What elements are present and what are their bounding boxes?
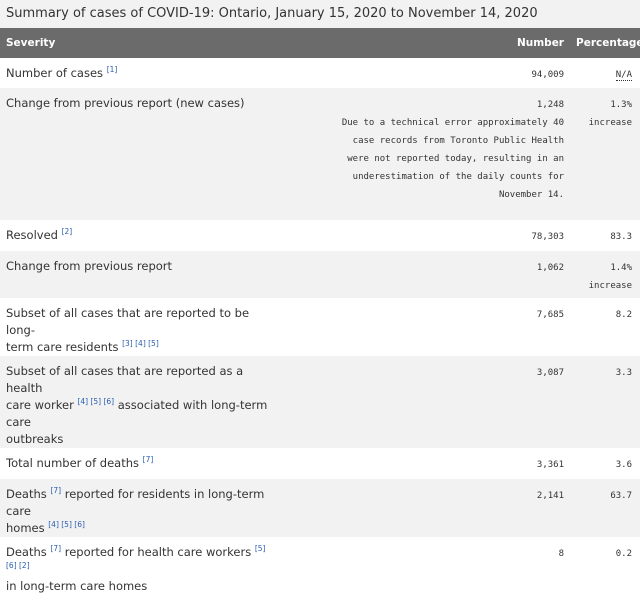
header-severity: Severity xyxy=(6,37,56,49)
table-row: Subset of all cases that are reported as… xyxy=(0,356,640,448)
table-row: Change from previous report 1,062 1.4% i… xyxy=(0,251,640,298)
table-row: Deaths [7] reported for health care work… xyxy=(0,537,640,595)
number-cell: 78,303 xyxy=(531,232,564,242)
number-cell: 3,361 xyxy=(536,460,564,470)
percentage-cell: N/A xyxy=(570,58,640,88)
label-text: Deaths xyxy=(6,487,47,501)
row-label: Change from previous report (new cases) xyxy=(6,96,245,110)
percentage-cell: 63.7 xyxy=(610,491,632,501)
footnote-ref[interactable]: [3] [4] [5] xyxy=(122,339,159,348)
row-label: Deaths [7] reported for health care work… xyxy=(0,537,278,595)
footnote-ref[interactable]: [4] [5] [6] xyxy=(48,520,85,529)
note-line: Due to a technical error approximately 4… xyxy=(341,118,564,128)
footnote-ref[interactable]: [7] xyxy=(50,486,61,495)
table-row: Deaths [7] reported for residents in lon… xyxy=(0,479,640,537)
label-text: in long-term care homes xyxy=(6,579,148,593)
percentage-note: increase xyxy=(588,118,632,128)
percentage-value: 1.3% xyxy=(610,100,632,110)
table-row: Subset of all cases that are reported to… xyxy=(0,298,640,356)
label-text: care worker xyxy=(6,398,74,412)
note-line: were not reported today, resulting in an xyxy=(347,154,564,164)
label-text: Subset of all cases that are reported as… xyxy=(6,364,244,395)
label-text: reported for health care workers xyxy=(61,545,252,559)
percentage-cell: 3.6 xyxy=(615,460,632,470)
row-label: Subset of all cases that are reported to… xyxy=(0,298,278,356)
note-line: underestimation of the daily counts for xyxy=(352,172,564,182)
row-label: Change from previous report xyxy=(6,259,173,273)
table-header-row: Severity Number Percentage xyxy=(0,28,640,58)
header-percentage: Percentage xyxy=(576,37,640,49)
note-line: case records from Toronto Public Health xyxy=(352,136,564,146)
row-label: Total number of deaths [7] xyxy=(0,448,278,479)
percentage-cell: 8.2 xyxy=(615,310,632,320)
percentage-cell: 1.4% increase xyxy=(570,251,640,298)
table-caption: Summary of cases of COVID-19: Ontario, J… xyxy=(0,0,640,28)
number-cell: 1,248 Due to a technical error approxima… xyxy=(278,88,570,220)
note-line: November 14. xyxy=(498,190,564,200)
technical-error-note: Due to a technical error approximately 4… xyxy=(282,114,564,204)
percentage-note: increase xyxy=(588,281,632,291)
label-text: outbreaks xyxy=(6,432,64,446)
label-text: homes xyxy=(6,521,45,535)
percentage-value: 1.4% xyxy=(610,263,632,273)
label-text: Number of cases xyxy=(6,66,104,80)
percentage-cell: 3.3 xyxy=(615,368,632,378)
number-cell: 3,087 xyxy=(536,368,564,378)
table-row: Change from previous report (new cases) … xyxy=(0,88,640,220)
na-abbr: N/A xyxy=(615,70,632,81)
number-cell: 2,141 xyxy=(536,491,564,501)
row-label: Deaths [7] reported for residents in lon… xyxy=(0,479,278,537)
label-text: Total number of deaths xyxy=(6,456,140,470)
number-value: 1,248 xyxy=(536,100,564,110)
percentage-cell: 1.3% increase xyxy=(570,88,640,220)
footnote-ref[interactable]: [7] xyxy=(143,455,154,464)
table-row: Resolved [2] 78,303 83.3 xyxy=(0,220,640,251)
label-text: Resolved xyxy=(6,228,58,242)
number-cell: 94,009 xyxy=(531,70,564,80)
footnote-ref[interactable]: [2] xyxy=(62,227,73,236)
row-label: Resolved [2] xyxy=(0,220,278,251)
percentage-cell: 83.3 xyxy=(610,232,632,242)
number-cell: 7,685 xyxy=(536,310,564,320)
number-cell: 8 xyxy=(558,549,564,559)
footnote-ref[interactable]: [7] xyxy=(50,544,61,553)
covid-summary-table: Severity Number Percentage Number of cas… xyxy=(0,28,640,595)
percentage-cell: 0.2 xyxy=(615,549,632,559)
label-text: Deaths xyxy=(6,545,47,559)
label-text: term care residents xyxy=(6,340,119,354)
row-label: Number of cases [1] xyxy=(0,58,278,88)
row-label: Subset of all cases that are reported as… xyxy=(0,356,278,448)
footnote-ref[interactable]: [4] [5] [6] xyxy=(77,397,114,406)
header-number: Number xyxy=(516,37,564,49)
table-row: Number of cases [1] 94,009 N/A xyxy=(0,58,640,88)
table-row: Total number of deaths [7] 3,361 3.6 xyxy=(0,448,640,479)
label-text: Subset of all cases that are reported to… xyxy=(6,306,250,337)
number-cell: 1,062 xyxy=(536,263,564,273)
footnote-ref[interactable]: [1] xyxy=(107,65,118,74)
